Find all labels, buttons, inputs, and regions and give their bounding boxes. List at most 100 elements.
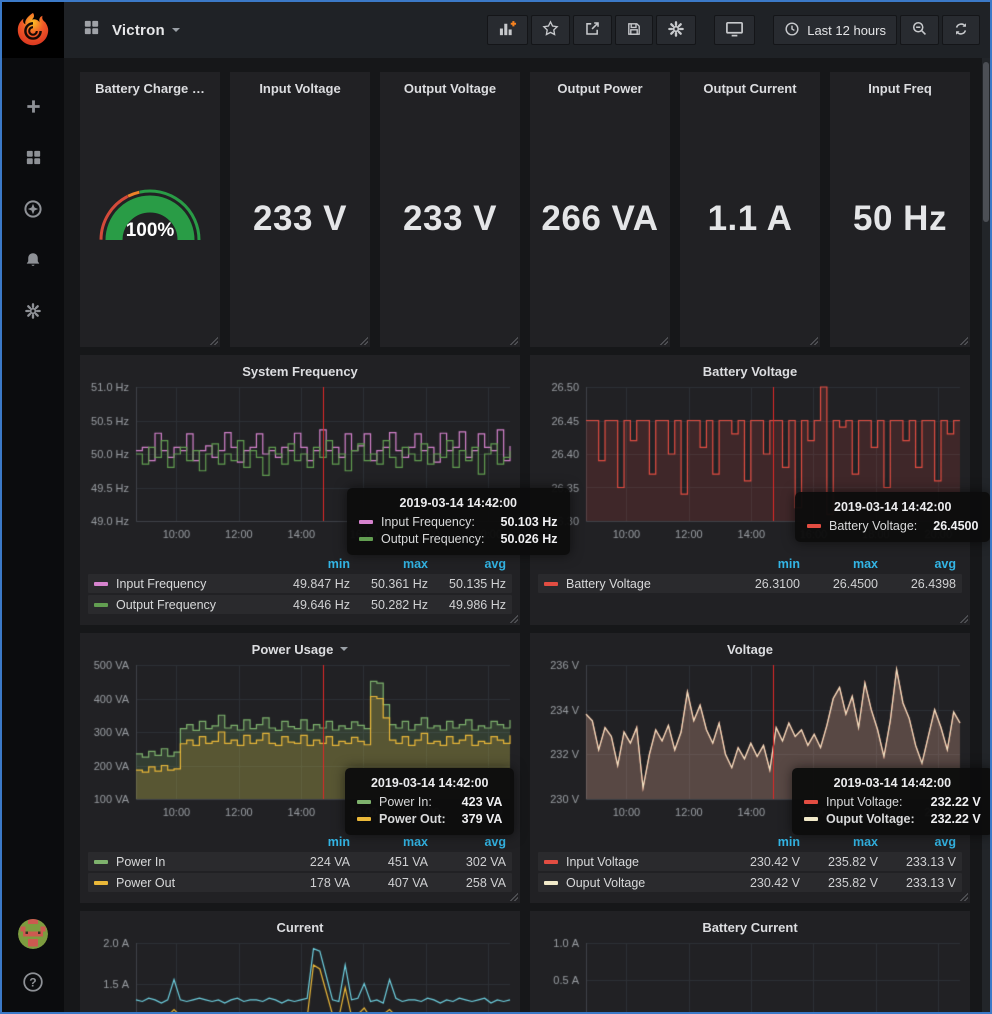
- legend-series-toggle[interactable]: Ouput Voltage230.42 V235.82 V233.13 V: [538, 873, 962, 892]
- stat-panel-0: Battery Charge … 100%: [80, 72, 220, 347]
- panel-title-battery-current[interactable]: Battery Current: [530, 911, 970, 937]
- tooltip-series-row: Power Out:379 VA: [357, 812, 502, 826]
- series-color-swatch: [94, 881, 108, 885]
- panel-title-power-usage[interactable]: Power Usage: [80, 633, 520, 659]
- legend-voltage: minmaxavg Input Voltage230.42 V235.82 V23…: [530, 834, 970, 892]
- legend-sort-max[interactable]: max: [350, 835, 428, 849]
- add-panel-button[interactable]: [487, 15, 528, 45]
- panel-resize-handle[interactable]: [509, 336, 518, 345]
- dashboard-title[interactable]: Victron: [112, 22, 165, 39]
- share-icon: [584, 20, 601, 40]
- legend-sort-min[interactable]: min: [722, 835, 800, 849]
- stat-panel-3: Output Power266 VA: [530, 72, 670, 347]
- tv-monitor-icon: [725, 19, 744, 41]
- panel-menu-caret-icon[interactable]: [340, 647, 348, 655]
- panel-resize-handle[interactable]: [959, 892, 968, 901]
- legend-sort-max[interactable]: max: [800, 557, 878, 571]
- dashboard-settings-button[interactable]: [656, 15, 696, 45]
- panel-title[interactable]: Input Freq: [830, 72, 970, 98]
- tooltip-timestamp: 2019-03-14 14:42:00: [357, 776, 502, 790]
- series-color-swatch: [804, 817, 818, 821]
- tv-mode-button[interactable]: [714, 15, 755, 45]
- share-dashboard-button[interactable]: [573, 15, 612, 45]
- legend-sort-max[interactable]: max: [800, 835, 878, 849]
- legend-sort-max[interactable]: max: [350, 557, 428, 571]
- tooltip-timestamp: 2019-03-14 14:42:00: [807, 500, 978, 514]
- legend-header: minmaxavg: [538, 834, 962, 850]
- legend-series-toggle[interactable]: Battery Voltage26.310026.450026.4398: [538, 574, 962, 593]
- series-color-swatch: [807, 524, 821, 528]
- legend-series-toggle[interactable]: Power In224 VA451 VA302 VA: [88, 852, 512, 871]
- save-dashboard-button[interactable]: [615, 15, 653, 45]
- panel-title[interactable]: Output Power: [530, 72, 670, 98]
- panel-title-current[interactable]: Current: [80, 911, 520, 937]
- tooltip-series-row: Input Voltage:232.22 V: [804, 795, 981, 809]
- panel-title-system-frequency[interactable]: System Frequency: [80, 355, 520, 381]
- sidebar-item-alerting[interactable]: [16, 249, 50, 275]
- panel-resize-handle[interactable]: [959, 336, 968, 345]
- sidebar-item-explore[interactable]: [16, 198, 50, 224]
- breadcrumb[interactable]: Victron: [82, 18, 180, 42]
- sidebar-item-user-profile[interactable]: [18, 919, 48, 949]
- panel-resize-handle[interactable]: [359, 336, 368, 345]
- panel-resize-handle[interactable]: [509, 614, 518, 623]
- legend-sort-avg[interactable]: avg: [428, 557, 506, 571]
- series-name: Output Frequency: [116, 598, 272, 612]
- legend-header: minmaxavg: [88, 556, 512, 572]
- panel-title-voltage[interactable]: Voltage: [530, 633, 970, 659]
- sidebar-item-configuration[interactable]: [16, 300, 50, 326]
- star-dashboard-button[interactable]: [531, 15, 570, 45]
- sidebar-item-help[interactable]: ?: [22, 971, 44, 998]
- legend-series-toggle[interactable]: Input Frequency49.847 Hz50.361 Hz50.135 …: [88, 574, 512, 593]
- legend-sort-avg[interactable]: avg: [878, 557, 956, 571]
- legend-sort-min[interactable]: min: [272, 557, 350, 571]
- legend-stat-value: 224 VA: [272, 855, 350, 869]
- sidebar-nav: [2, 96, 64, 326]
- legend-stat-value: 26.3100: [722, 577, 800, 591]
- sidebar-item-create-new[interactable]: [16, 96, 50, 122]
- plus-icon: [24, 97, 43, 121]
- chart-canvas-current[interactable]: [80, 937, 520, 1014]
- star-icon: [542, 20, 559, 40]
- legend-power-usage: minmaxavg Power In224 VA451 VA302 VA Power…: [80, 834, 520, 892]
- panel-title[interactable]: Battery Charge …: [80, 72, 220, 98]
- series-color-swatch: [357, 817, 371, 821]
- legend-series-toggle[interactable]: Input Voltage230.42 V235.82 V233.13 V: [538, 852, 962, 871]
- panel-title[interactable]: Output Voltage: [380, 72, 520, 98]
- panel-resize-handle[interactable]: [209, 336, 218, 345]
- legend-series-toggle[interactable]: Output Frequency49.646 Hz50.282 Hz49.986…: [88, 595, 512, 614]
- panel-title[interactable]: Output Current: [680, 72, 820, 98]
- legend-stat-value: 233.13 V: [878, 876, 956, 890]
- scrollbar-thumb[interactable]: [983, 62, 989, 222]
- refresh-button[interactable]: [942, 15, 980, 45]
- legend-sort-avg[interactable]: avg: [428, 835, 506, 849]
- stat-panels-row: Battery Charge … 100% Input Voltage 233 V Ou…: [80, 72, 970, 347]
- panel-resize-handle[interactable]: [959, 614, 968, 623]
- legend-stat-value: 258 VA: [428, 876, 506, 890]
- legend-sort-min[interactable]: min: [272, 835, 350, 849]
- legend-header: minmaxavg: [88, 834, 512, 850]
- panel-resize-handle[interactable]: [809, 336, 818, 345]
- dashboards-grid-icon: [24, 148, 43, 172]
- gauge-value: 100%: [126, 220, 175, 241]
- stat-value: 233 V: [230, 199, 370, 239]
- grafana-logo[interactable]: [2, 2, 64, 58]
- save-icon: [626, 21, 642, 40]
- legend-series-toggle[interactable]: Power Out178 VA407 VA258 VA: [88, 873, 512, 892]
- clock-icon: [784, 21, 800, 40]
- time-range-picker[interactable]: Last 12 hours: [773, 15, 897, 45]
- chevron-down-icon: [172, 28, 180, 36]
- sidebar-item-dashboards[interactable]: [16, 147, 50, 173]
- series-name: Power Out: [116, 876, 272, 890]
- legend-sort-min[interactable]: min: [722, 557, 800, 571]
- panel-resize-handle[interactable]: [659, 336, 668, 345]
- panel-resize-handle[interactable]: [509, 892, 518, 901]
- explore-compass-icon: [23, 199, 43, 224]
- legend-sort-avg[interactable]: avg: [878, 835, 956, 849]
- zoom-out-button[interactable]: [900, 15, 939, 45]
- chart-canvas-battery-current[interactable]: [530, 937, 970, 1014]
- panel-title[interactable]: Input Voltage: [230, 72, 370, 98]
- legend-battery-voltage: minmaxavg Battery Voltage26.310026.450026…: [530, 556, 970, 593]
- battery-charge-gauge[interactable]: 100%: [88, 170, 212, 258]
- panel-title-battery-voltage[interactable]: Battery Voltage: [530, 355, 970, 381]
